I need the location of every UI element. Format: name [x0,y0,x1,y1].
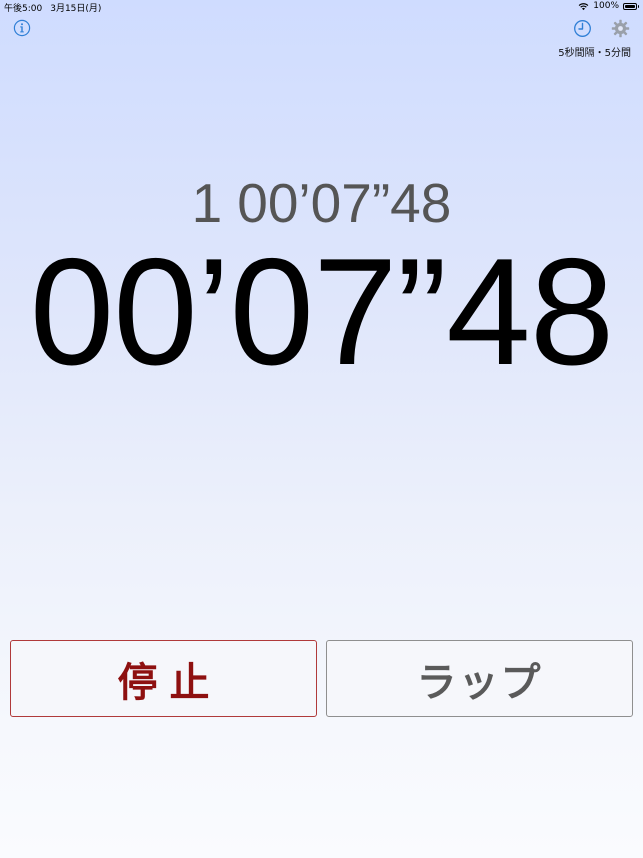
wifi-icon [578,2,589,10]
info-button[interactable] [13,19,31,37]
info-circle-icon [13,19,31,37]
battery-percent: 100% [593,1,619,11]
history-button[interactable] [573,19,592,38]
battery-fill [625,4,635,8]
interval-setting-label: 5秒間隔・5分間 [558,48,631,59]
main-time-display: 00’07”48 [29,227,615,397]
clock-icon [574,20,591,37]
stop-button[interactable]: 停止 [10,640,317,717]
settings-button[interactable] [611,19,630,38]
gear-icon [611,19,630,38]
battery-icon [623,2,639,10]
status-time: 午後5:00 [4,4,43,14]
stop-button-label: 停止 [117,659,222,706]
status-date: 3月15日(月) [50,4,102,14]
status-right: 100% [578,1,639,11]
lap-button-label: ラップ [416,659,543,706]
status-bar: 午後5:00 3月15日(月) 100% [0,0,643,14]
lap-number: 1 [191,172,223,234]
lap-time: 00’07”48 [237,172,452,234]
lap-button[interactable]: ラップ [326,640,633,717]
status-left: 午後5:00 3月15日(月) [4,1,101,14]
